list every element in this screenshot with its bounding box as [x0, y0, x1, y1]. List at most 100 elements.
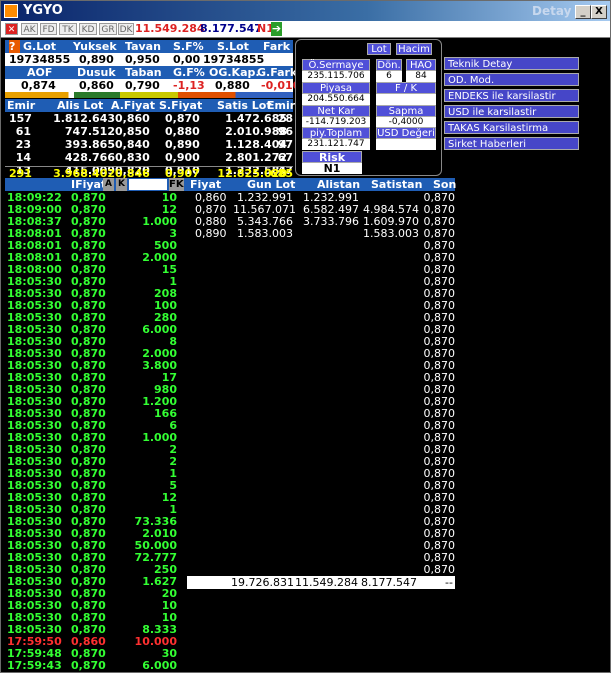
link-teknik-detay[interactable]: Teknik Detay — [444, 57, 579, 70]
filter-k-button[interactable]: K — [116, 178, 127, 191]
summary2-header: AOF Dusuk Taban G.F% OG.Kap. G.Fark — [5, 66, 297, 79]
depth-cell: 97 — [277, 138, 293, 151]
netkar-label: Net Kar — [302, 105, 370, 117]
arrow-right-icon[interactable]: ➔ — [271, 22, 282, 36]
sapma-label: Sapma — [376, 105, 436, 117]
sf-value: 0,00 — [173, 53, 201, 66]
link-haberler[interactable]: Sirket Haberleri — [444, 137, 579, 150]
filter-a-button[interactable]: A — [103, 178, 114, 191]
depth-cell: 67 — [277, 151, 293, 164]
depth-row: 23 393.865 0,840 0,890 1.128.404 97 — [5, 138, 293, 151]
depth-cell: 0,860 — [115, 112, 150, 125]
close-button[interactable]: X — [591, 5, 607, 19]
depth-row: 157 1.812.643 0,860 0,870 1.472.685 28 — [5, 112, 293, 125]
info-icon[interactable]: ? — [9, 40, 20, 53]
hao-label: HAO — [406, 59, 436, 71]
sermaye-value: 235.115.706 — [302, 71, 370, 82]
col-gf: G.F% — [173, 66, 205, 79]
col-a-fiyat: A.Fiyat — [111, 99, 156, 112]
fk-label: F / K — [376, 82, 436, 94]
filter-input[interactable] — [129, 179, 167, 190]
summary1-values: 19734855 0,890 0,950 0,00 19734855 — [5, 53, 293, 66]
hao-value: 84 — [406, 71, 436, 82]
col-emir-buy: Emir — [7, 99, 36, 112]
tab-kd[interactable]: KD — [79, 23, 97, 35]
price-row: 0,890 1.583.003 1.583.003 — [187, 227, 427, 240]
total-alistan: 11.549.284 — [295, 576, 358, 589]
col-satistan: Satistan — [371, 178, 423, 191]
col-yuksek: Yuksek — [73, 40, 117, 53]
col-fark: Fark — [263, 40, 291, 53]
col-aof: AOF — [27, 66, 53, 79]
piyasa-label: Piyasa Değeri — [302, 82, 370, 106]
depth-cell: 393.865 — [64, 138, 115, 151]
range-bar — [5, 92, 293, 98]
col-s-fiyat: S.Fiyat — [159, 99, 203, 112]
son-value: 0,870 — [423, 563, 456, 576]
col-sf: S.F% — [173, 40, 204, 53]
close-icon[interactable]: ✕ — [5, 23, 18, 35]
taban-value: 0,790 — [125, 79, 160, 92]
col-alistan: Alistan — [317, 178, 361, 191]
col-s-lot: S.Lot — [217, 40, 249, 53]
og-kap-value: 0,880 — [215, 79, 250, 92]
app-icon — [4, 4, 18, 18]
info-panel: Lot Hacim Ö.Sermaye 235.115.706 Dön. 6 H… — [295, 39, 442, 176]
s-lot-value: 19734855 — [203, 53, 265, 66]
depth-cell: 0,880 — [165, 125, 200, 138]
depth-cell: 28 — [277, 112, 293, 125]
hacim-button[interactable]: Hacim — [396, 43, 432, 55]
g-lot-value: 19734855 — [9, 53, 71, 66]
col-g-fark: G.Fark — [257, 66, 298, 79]
tab-ak[interactable]: AK — [21, 23, 38, 35]
tab-fd[interactable]: FD — [40, 23, 57, 35]
col-dusuk: Dusuk — [77, 66, 116, 79]
depth-row: 14 428.766 0,830 0,900 2.801.272 67 — [5, 151, 293, 164]
col-tavan: Tavan — [125, 40, 161, 53]
link-usd[interactable]: USD ile karsilastir — [444, 105, 579, 118]
col-gun-lot: Gun Lot — [247, 178, 296, 191]
link-takas[interactable]: TAKAS Karsilastirma — [444, 121, 579, 134]
title-bar[interactable]: YGYO Detay _ X — [1, 1, 610, 21]
trade-cell: 17:59:43 — [7, 659, 62, 672]
link-endeks[interactable]: ENDEKS ile karsilastir — [444, 89, 579, 102]
trade-row[interactable]: 17:59:43 0,870 6.000 — [5, 659, 187, 672]
piy-value: 231.121.747 — [302, 139, 370, 150]
usd-value — [376, 139, 436, 150]
col-satis-lot: Satis Lot — [217, 99, 272, 112]
fk-button[interactable]: FK — [169, 178, 184, 191]
piy-label: piy.Toplam Lot — [302, 127, 370, 151]
depth-row: 61 747.512 0,850 0,880 2.010.988 96 — [5, 125, 293, 138]
depth-cell: 0,850 — [115, 125, 150, 138]
tab-dk[interactable]: DK — [118, 23, 134, 35]
total-satistan: 8.177.547 — [361, 576, 417, 589]
app-window: YGYO Detay _ X ✕ AK FD TK KD GR DK 11.54… — [0, 0, 611, 673]
col-emir-sell: Emir — [267, 99, 296, 112]
fk-value — [376, 94, 436, 105]
gf-value: -1,13 — [173, 79, 205, 92]
yuksek-value: 0,890 — [79, 53, 114, 66]
depth-cell: 0,890 — [165, 138, 200, 151]
col-alis-lot: Alis Lot — [57, 99, 104, 112]
total-son: -- — [445, 576, 453, 589]
price-cell: 0,890 — [195, 227, 227, 240]
toolbar: ✕ AK FD TK KD GR DK 11.549.284 8.177.547… — [1, 21, 610, 38]
minimize-button[interactable]: _ — [575, 5, 591, 19]
don-label: Dön. — [376, 59, 402, 71]
don-value: 6 — [376, 71, 402, 82]
col-taban: Taban — [125, 66, 162, 79]
depth-cell: 0,870 — [165, 112, 200, 125]
price-cell: 1.583.003 — [363, 227, 419, 240]
summary2-values: 0,874 0,860 0,790 -1,13 0,880 -0,010 — [5, 79, 300, 92]
total-sell-value: 8.177.547 — [200, 22, 262, 35]
price-totals: 19.726.831 11.549.284 8.177.547 -- — [187, 576, 455, 589]
price-table-header: Fiyat Gun Lot Alistan Satistan Son — [187, 178, 456, 191]
tab-gr[interactable]: GR — [99, 23, 117, 35]
lot-button[interactable]: Lot — [367, 43, 391, 55]
depth-cell: 1.812.643 — [53, 112, 115, 125]
tab-tk[interactable]: TK — [59, 23, 77, 35]
depth-cell: 747.512 — [64, 125, 115, 138]
link-od-mod[interactable]: OD. Mod. — [444, 73, 579, 86]
total-gun-lot: 19.726.831 — [231, 576, 294, 589]
depth-header: Emir Alis Lot A.Fiyat S.Fiyat Satis Lot … — [5, 99, 296, 112]
